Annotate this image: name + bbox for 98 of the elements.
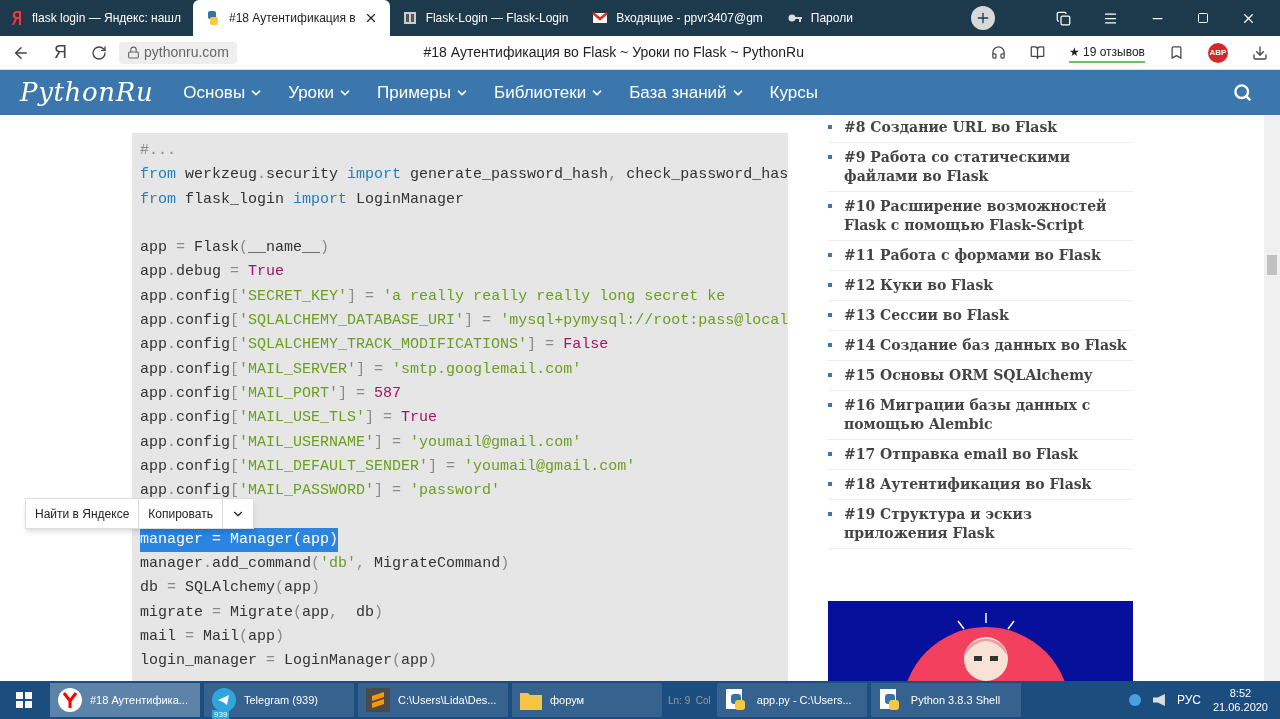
bullet-icon [828,512,832,516]
reviews-button[interactable]: ★ 19 отзывов [1068,42,1145,63]
sublime-icon [366,688,390,712]
code-line: #... [140,141,176,161]
home-button[interactable]: Я [54,39,67,66]
taskbar-item[interactable]: #18 Аутентифика... [50,683,200,717]
code-line: mail = Mail(app) [140,626,285,647]
windows-icon [16,692,32,708]
adblock-button[interactable]: ABP [1208,42,1228,63]
reload-icon[interactable] [91,44,107,61]
browser-tab[interactable]: Входящие - ppvr3407@gm [580,0,775,36]
bullet-icon [828,204,832,208]
code-line: manager.add_command('db', MigrateCommand) [140,554,510,575]
article-link[interactable]: #19 Структура и эскиз приложения Flask [840,505,1133,543]
network-icon[interactable] [1128,694,1141,706]
article-link[interactable]: #13 Сессии во Flask [840,306,1009,325]
nav-menu-item[interactable]: Уроки [288,79,352,106]
bullet-icon [828,125,832,129]
speaker-icon[interactable] [1152,694,1165,706]
scrollbar[interactable] [1264,115,1280,681]
search-icon[interactable] [1233,83,1252,102]
article-link[interactable]: #11 Работа с формами во Flask [840,246,1101,265]
taskbar-item[interactable]: форум [512,683,662,717]
bullet-icon [828,155,832,159]
status-text: Ln: 9 Col [668,693,711,708]
nav-menu-item[interactable]: База знаний [629,79,745,106]
nav-menu-item[interactable]: Библиотеки [494,79,605,106]
unread-badge: 939 [212,710,230,719]
headphones-icon[interactable] [990,45,1006,60]
article-link[interactable]: #10 Расширение возможностей Flask с помощью Flask-Script [840,197,1133,235]
nav-menu-item[interactable]: Курсы [769,79,818,106]
clock-time: 8:52 [1229,686,1252,700]
code-line: migrate = Migrate(app, db) [140,602,384,623]
article-link[interactable]: #15 Основы ORM SQLAlchemy [840,366,1093,385]
code-line: from flask_login import LoginManager [140,189,465,210]
code-line: app.config['MAIL_SERVER'] = 'smtp.googlemail.com' [140,359,582,380]
code-line: app.config['MAIL_USERNAME'] = 'youmail@gmail.com' [140,432,582,453]
tabs-icon[interactable] [1056,10,1071,26]
taskbar-item[interactable]: 939 Telegram (939) [204,683,354,717]
bullet-icon [828,482,832,486]
language-indicator[interactable]: РУС [1176,691,1201,709]
code-line: app.config['SQLALCHEMY_DATABASE_URI'] = 'mysql+pymysql://root:pass@local [140,311,789,332]
clock-date: 21.06.2020 [1212,700,1268,714]
url-field[interactable]: pythonru.com [119,41,237,64]
site-logo[interactable]: PythonRu [20,73,154,112]
taskbar-item[interactable]: app.py - C:\Users... [716,683,867,717]
article-link[interactable]: #14 Создание баз данных во Flask [840,336,1127,355]
article-link[interactable]: #18 Аутентификация во Flask [840,475,1092,494]
bullet-icon [828,313,832,317]
bullet-icon [828,343,832,347]
bullet-icon [828,373,832,377]
nav-menu-item[interactable]: Примеры [377,79,469,106]
code-line: from werkzeug.security import generate_password_hash, check_password_has [140,165,789,186]
menu-icon[interactable] [1103,10,1118,26]
bullet-icon [828,253,832,257]
code-line: app.config['SQLALCHEMY_TRACK_MODIFICATIONS'] = False [140,335,609,356]
code-line: db = SQLAlchemy(app) [140,578,321,599]
page-title: #18 Аутентификация во Flask ~ Уроки по Flask ~ PythonRu [422,43,805,62]
telegram-icon [212,688,236,712]
code-line: app.config['MAIL_PORT'] = 587 [140,383,402,404]
book-icon [401,10,418,26]
article-link[interactable]: #12 Куки во Flask [840,276,993,295]
code-line: app.config['SECRET_KEY'] = 'a really really really long secret ke [140,286,726,307]
mail-icon [592,10,609,26]
download-icon[interactable] [1252,44,1268,61]
reader-icon[interactable] [1029,45,1045,60]
bookmark-icon[interactable] [1169,45,1184,60]
article-link[interactable]: #8 Создание URL во Flask [840,118,1057,137]
code-line: app = Flask(__name__) [140,238,330,259]
yandex-icon [12,11,24,25]
python-icon [205,10,221,26]
browser-tab[interactable]: flask login — Яндекс: нашл [0,0,193,36]
browser-tab[interactable]: Пароли [774,0,955,36]
menu-item[interactable]: Найти в Яндексе [26,499,140,528]
lock-icon [127,46,140,59]
browser-tab[interactable]: Flask-Login — Flask-Login [389,0,581,36]
article-link[interactable]: #16 Миграции базы данных с помощью Alembic [840,396,1133,434]
code-line: app.debug = True [140,262,285,283]
folder-icon [520,690,542,710]
menu-item[interactable]: Копировать [139,499,223,528]
article-link[interactable]: #17 Отправка email во Flask [840,445,1078,464]
clock[interactable]: 8:52 21.06.2020 [1212,686,1268,714]
new-tab-button[interactable] [970,6,995,30]
nav-menu-item[interactable]: Основы [183,79,264,106]
taskbar-item[interactable]: C:\Users\Lida\Des... [358,683,508,717]
bullet-icon [828,403,832,407]
restore-icon[interactable] [1197,12,1209,24]
code-line: app.config['MAIL_PASSWORD'] = 'password' [140,481,501,502]
browser-tab[interactable]: #18 Аутентификация в [193,0,390,36]
article-link[interactable]: #9 Работа со статическими файлами во Flask [840,148,1133,186]
code-line: app.config['MAIL_USE_TLS'] = True [140,408,438,429]
code-line: login_manager = LoginManager(app) [140,651,438,672]
taskbar-item[interactable]: Python 3.8.3 Shell [870,683,1021,717]
url-text: pythonru.com [144,43,229,62]
bullet-icon [828,283,832,287]
bullet-icon [828,452,832,456]
yandex-icon [58,688,82,712]
code-line: app.config['MAIL_DEFAULT_SENDER'] = 'youmail@gmail.com' [140,456,636,477]
